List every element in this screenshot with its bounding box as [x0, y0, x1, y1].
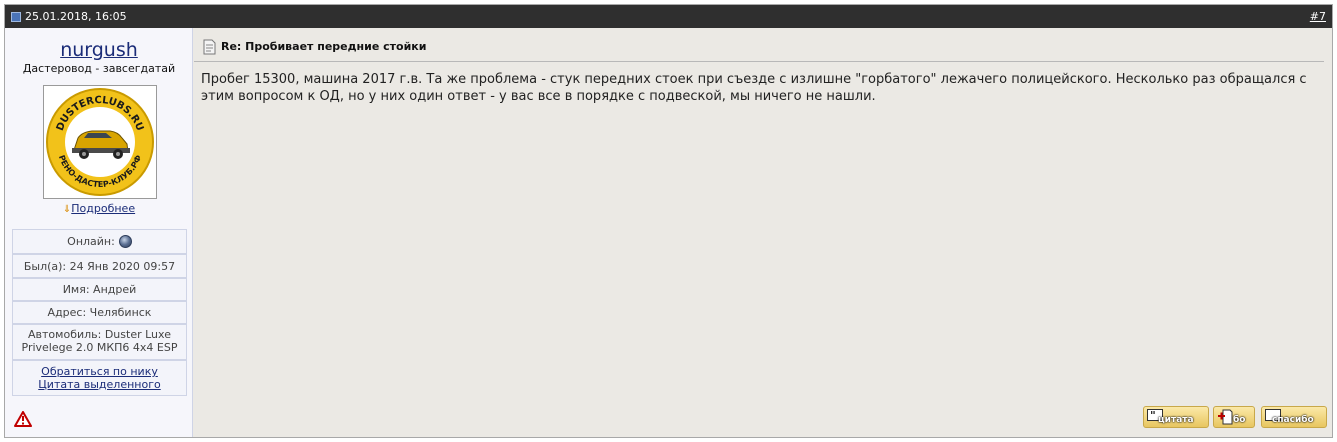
user-title: Дастеровод - завсегдатай	[22, 62, 176, 75]
quote-button-label: цитата	[1158, 415, 1194, 425]
bo-button[interactable]: бо	[1213, 406, 1255, 428]
post-permalink[interactable]: #7	[1310, 10, 1326, 23]
car-box: Автомобиль: Duster Luxe Privelege 2.0 МК…	[12, 324, 187, 360]
address: Адрес: Челябинск	[47, 306, 152, 319]
contact-links-box: Обратиться по нику Цитата выделенного	[12, 360, 187, 396]
post-content: Re: Пробивает передние стойки Пробег 153…	[194, 28, 1332, 437]
thanks-button-label: спасибо	[1272, 415, 1314, 425]
bo-button-label: бо	[1233, 415, 1246, 425]
forum-post: 25.01.2018, 16:05 #7 nurgush Дастеровод …	[4, 4, 1333, 438]
post-body: Пробег 15300, машина 2017 г.в. Та же про…	[201, 72, 1307, 104]
thanks-button[interactable]: спасибо	[1261, 406, 1327, 428]
svg-text:": "	[1150, 409, 1156, 422]
address-box: Адрес: Челябинск	[12, 301, 187, 324]
quote-selected-link[interactable]: Цитата выделенного	[13, 378, 186, 391]
username-link[interactable]: nurgush	[5, 39, 193, 61]
more-info: ⇓Подробнее	[5, 202, 193, 215]
document-icon	[203, 39, 216, 55]
last-seen-box: Был(а): 24 Янв 2020 09:57	[12, 254, 187, 278]
contact-by-nick-link[interactable]: Обратиться по нику	[13, 365, 186, 378]
post-title-row: Re: Пробивает передние стойки	[194, 28, 1324, 62]
report-warning-icon[interactable]	[14, 411, 32, 427]
quote-button[interactable]: " цитата	[1143, 406, 1209, 428]
post-title: Re: Пробивает передние стойки	[221, 40, 427, 53]
name-box: Имя: Андрей	[12, 278, 187, 301]
double-chevron-down-icon: ⇓	[62, 204, 72, 215]
post-header: 25.01.2018, 16:05 #7	[5, 5, 1332, 28]
post-date: 25.01.2018, 16:05	[25, 10, 127, 23]
avatar-image: DUSTERCLUBS.RU РЕНО-ДАСТЕР-КЛУБ.РФ	[46, 88, 154, 196]
online-status-icon	[118, 235, 132, 248]
post-status-icon	[11, 12, 21, 22]
real-name: Имя: Андрей	[62, 283, 137, 296]
online-label: Онлайн:	[67, 235, 115, 248]
more-info-link[interactable]: Подробнее	[71, 202, 135, 215]
add-post-icon	[1218, 409, 1233, 425]
avatar[interactable]: DUSTERCLUBS.RU РЕНО-ДАСТЕР-КЛУБ.РФ	[43, 85, 157, 199]
user-info-panel: nurgush Дастеровод - завсегдатай DUSTERC…	[5, 28, 193, 437]
last-seen: Был(а): 24 Янв 2020 09:57	[23, 259, 176, 273]
car-info: Автомобиль: Duster Luxe Privelege 2.0 МК…	[21, 328, 178, 354]
online-status-box: Онлайн:	[12, 229, 187, 254]
